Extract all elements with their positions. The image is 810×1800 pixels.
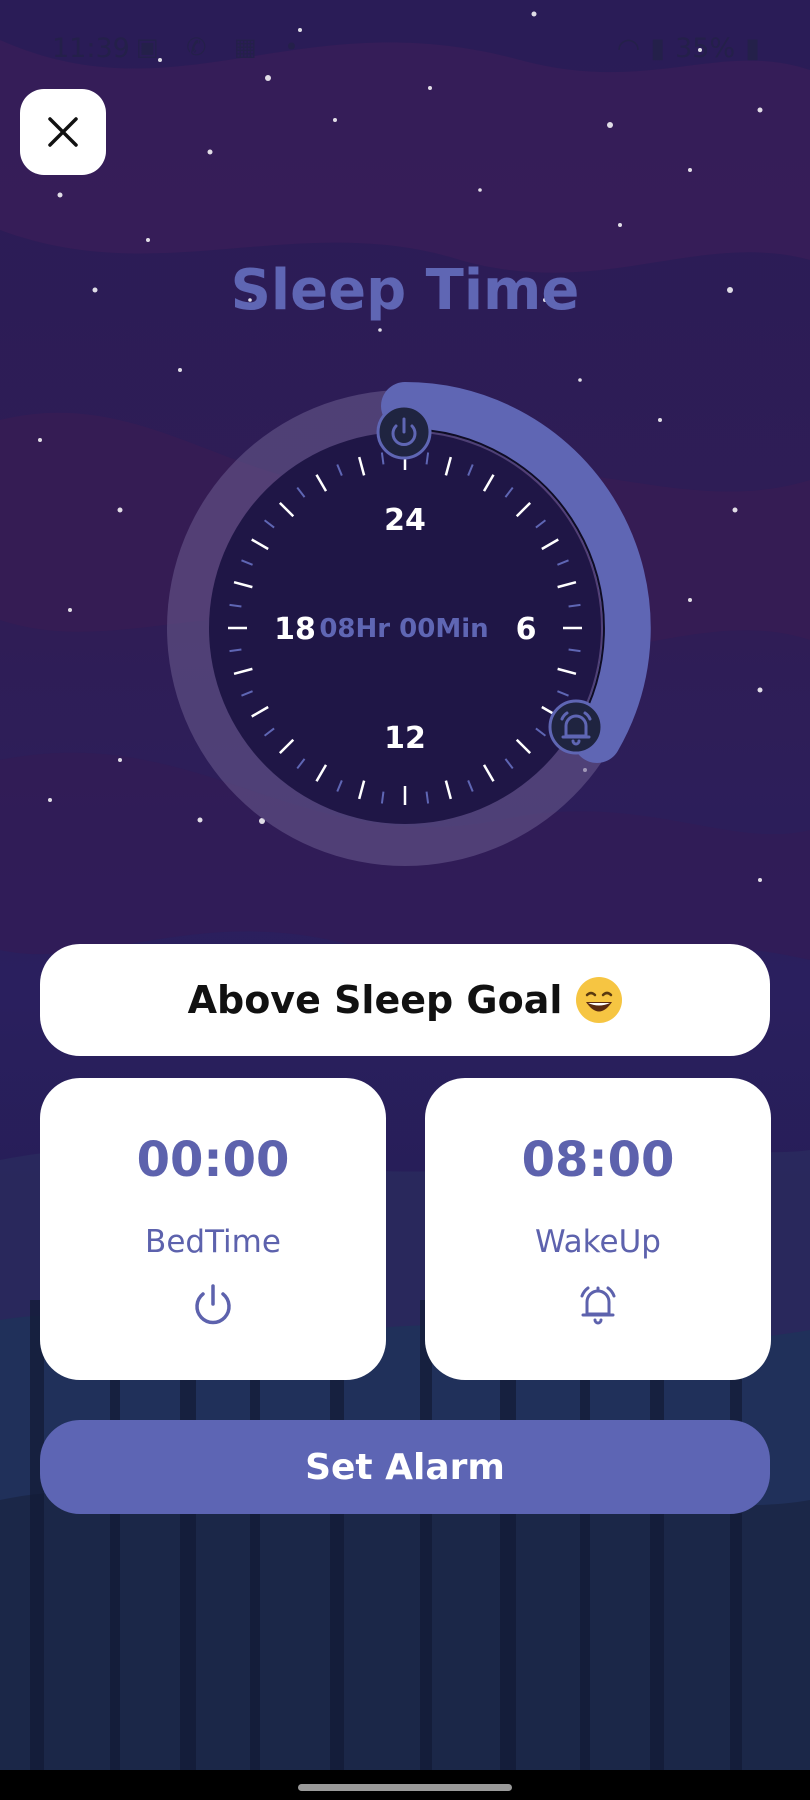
wakeup-label: WakeUp bbox=[535, 1224, 661, 1260]
wakeup-card[interactable]: 08:00 WakeUp bbox=[425, 1078, 771, 1380]
power-icon bbox=[195, 1284, 231, 1325]
sleep-duration: 08Hr 00Min bbox=[319, 614, 488, 644]
wakeup-value: 08:00 bbox=[521, 1132, 675, 1188]
sleep-goal-card: Above Sleep Goal bbox=[40, 944, 770, 1056]
sleep-dial[interactable]: 24 6 12 18 08Hr 00Min bbox=[0, 0, 810, 1800]
home-indicator[interactable] bbox=[298, 1784, 512, 1791]
hour-label-6: 6 bbox=[516, 612, 537, 647]
bedtime-handle[interactable] bbox=[376, 404, 432, 460]
hour-label-24: 24 bbox=[384, 503, 426, 538]
set-alarm-button[interactable]: Set Alarm bbox=[40, 1420, 770, 1514]
grinning-face-icon bbox=[576, 977, 623, 1023]
hour-label-18: 18 bbox=[274, 612, 316, 647]
alarm-bell-icon bbox=[580, 1286, 616, 1325]
bedtime-value: 00:00 bbox=[136, 1132, 290, 1188]
sleep-time-screen: 11:39 ▣ ✆ ▦ • ◠ ▮ 35% ▮ Sleep Time 24 6 … bbox=[0, 0, 810, 1800]
bedtime-label: BedTime bbox=[145, 1224, 281, 1260]
sleep-goal-text: Above Sleep Goal bbox=[187, 978, 563, 1022]
hour-label-12: 12 bbox=[384, 721, 426, 756]
wakeup-handle[interactable] bbox=[548, 699, 604, 755]
bedtime-card[interactable]: 00:00 BedTime bbox=[40, 1078, 386, 1380]
